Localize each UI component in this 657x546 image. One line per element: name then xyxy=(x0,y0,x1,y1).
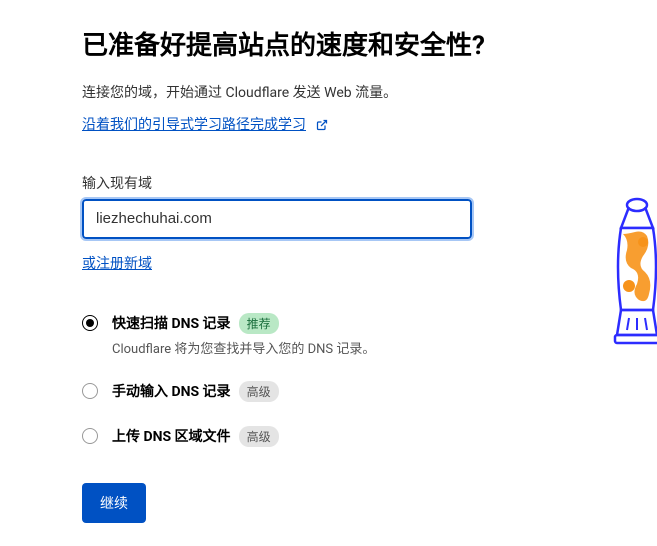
option-desc: Cloudflare 将为您查找并导入您的 DNS 记录。 xyxy=(112,338,560,357)
external-link-icon xyxy=(316,116,328,135)
continue-button[interactable]: 继续 xyxy=(82,483,146,523)
lava-lamp-illustration xyxy=(607,190,657,364)
domain-input-label: 输入现有域 xyxy=(82,173,560,193)
advanced-badge: 高级 xyxy=(239,381,279,402)
radio-icon xyxy=(82,383,98,399)
page-title: 已准备好提高站点的速度和安全性? xyxy=(82,28,560,64)
dns-options: 快速扫描 DNS 记录 推荐 Cloudflare 将为您查找并导入您的 DNS… xyxy=(82,313,560,447)
radio-icon xyxy=(82,315,98,331)
domain-input[interactable] xyxy=(82,199,472,239)
option-quick-scan[interactable]: 快速扫描 DNS 记录 推荐 Cloudflare 将为您查找并导入您的 DNS… xyxy=(82,313,560,357)
option-title: 手动输入 DNS 记录 xyxy=(112,381,231,401)
recommended-badge: 推荐 xyxy=(239,313,279,334)
option-title: 上传 DNS 区域文件 xyxy=(112,426,231,446)
radio-icon xyxy=(82,428,98,444)
option-title: 快速扫描 DNS 记录 xyxy=(112,313,231,333)
option-upload-zone[interactable]: 上传 DNS 区域文件 高级 xyxy=(82,426,560,447)
option-manual-dns[interactable]: 手动输入 DNS 记录 高级 xyxy=(82,381,560,402)
advanced-badge: 高级 xyxy=(239,426,279,447)
register-domain-link[interactable]: 或注册新域 xyxy=(82,256,152,272)
learning-path-link[interactable]: 沿着我们的引导式学习路径完成学习 xyxy=(82,117,306,133)
page-subtitle: 连接您的域，开始通过 Cloudflare 发送 Web 流量。 xyxy=(82,82,560,102)
